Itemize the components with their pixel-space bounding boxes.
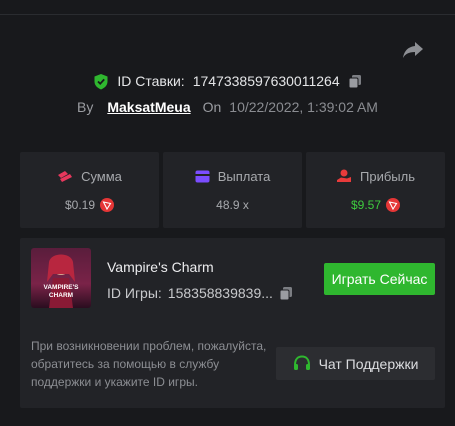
bet-author-row: By MaksatMeua On 10/22/2022, 1:39:02 AM	[0, 96, 455, 118]
copy-icon[interactable]	[279, 286, 293, 300]
bet-id-row: ID Ставки: 1747338597630011264	[0, 70, 455, 92]
game-card: VAMPIRE'S CHARM Vampire's Charm ID Игры:…	[20, 238, 445, 408]
profit-value: $9.57	[350, 197, 382, 212]
amount-value: $0.19	[64, 197, 96, 212]
support-button-label: Чат Поддержки	[318, 355, 419, 372]
support-help-text: При возникновении проблем, пожалуйста, о…	[31, 339, 267, 389]
tron-icon	[386, 197, 401, 212]
bet-stats: Сумма $0.19 Выплата 48.9 x Прибыль $9.57	[20, 152, 445, 228]
stat-profit: Прибыль $9.57	[306, 152, 445, 228]
stat-payout: Выплата 48.9 x	[163, 152, 302, 228]
svg-text:CHARM: CHARM	[49, 292, 73, 299]
tron-icon	[100, 197, 115, 212]
top-divider	[0, 0, 455, 15]
coins-icon	[58, 171, 73, 182]
copy-icon[interactable]	[348, 74, 362, 88]
game-id-label: ID Игры:	[107, 285, 162, 301]
play-now-button[interactable]: Играть Сейчас	[324, 263, 435, 295]
on-label: On	[202, 99, 222, 115]
bet-date: 10/22/2022, 1:39:02 AM	[229, 99, 378, 115]
game-id-row: ID Игры: 158358839839...	[107, 285, 293, 301]
amount-label: Сумма	[81, 168, 122, 184]
share-icon[interactable]	[401, 40, 425, 60]
profit-icon	[337, 169, 351, 182]
game-id-value: 158358839839...	[167, 285, 273, 301]
support-chat-button[interactable]: Чат Поддержки	[276, 347, 435, 380]
username-link[interactable]: MaksatMeua	[107, 99, 190, 115]
headset-icon	[293, 355, 310, 370]
wallet-icon	[195, 170, 210, 182]
stat-amount: Сумма $0.19	[20, 152, 159, 228]
bet-id-label: ID Ставки:	[117, 73, 185, 89]
game-thumbnail[interactable]: VAMPIRE'S CHARM	[31, 248, 91, 308]
bet-id-value: 1747338597630011264	[192, 73, 340, 89]
payout-label: Выплата	[217, 168, 271, 184]
game-thumbnail-logo: VAMPIRE'S	[43, 284, 79, 291]
game-name[interactable]: Vampire's Charm	[107, 259, 214, 275]
shield-check-icon	[94, 73, 108, 89]
payout-value: 48.9 x	[216, 197, 249, 212]
profit-label: Прибыль	[360, 168, 415, 184]
by-label: By	[77, 99, 94, 115]
